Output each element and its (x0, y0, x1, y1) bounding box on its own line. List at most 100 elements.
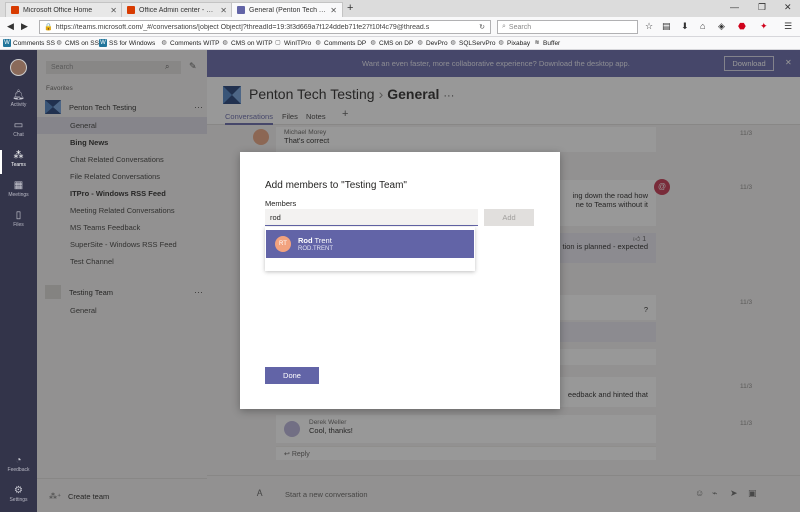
address-bar[interactable]: 🔒 https://teams.microsoft.com/_#/convers… (39, 20, 491, 34)
browser-tab-label: General (Penton Tech Test... (249, 6, 327, 14)
globe-icon: ◍ (222, 40, 228, 46)
add-button[interactable]: Add (484, 209, 534, 226)
reload-icon[interactable]: ↻ (479, 23, 485, 31)
adblock-icon[interactable]: ⬣ (738, 21, 746, 32)
close-icon[interactable]: ✕ (330, 6, 337, 15)
add-members-dialog: Add members to "Testing Team" Members Ad… (240, 152, 560, 409)
file-icon: ▯ (15, 210, 22, 221)
download-icon[interactable]: ⬇ (681, 21, 689, 32)
bookmark-comments-dp[interactable]: ◍ Comments DP (314, 39, 366, 47)
close-icon[interactable]: ✕ (110, 6, 117, 15)
forward-icon[interactable]: ▶ (21, 21, 28, 32)
bookmark-cms-on-dp[interactable]: ◍ CMS on DP (369, 39, 413, 47)
rail-feedback[interactable]: ◔ Feedback (0, 455, 37, 473)
minimize-icon[interactable]: — (730, 2, 739, 12)
suggestion-first-name: Rod (298, 236, 313, 245)
dialog-title: Add members to "Testing Team" (265, 180, 407, 191)
done-button[interactable]: Done (265, 367, 319, 384)
bookmark-label: CMS on WITP (231, 39, 273, 47)
rail-activity[interactable]: 🔔︎ Activity (0, 90, 37, 108)
rail-label: Meetings (8, 192, 29, 198)
bookmark-comments-ss[interactable]: W Comments SS (3, 39, 55, 47)
browser-nav-bar: ◀ ▶ 🔒 https://teams.microsoft.com/_#/con… (0, 17, 800, 37)
lock-icon: 🔒 (44, 24, 53, 31)
rail-label: Files (13, 222, 24, 228)
bookmark-star-icon[interactable]: ☆ (645, 21, 653, 32)
rail-label: Feedback (7, 467, 30, 473)
teams-icon: ⁂ (13, 150, 24, 161)
url-text: https://teams.microsoft.com/_#/conversat… (55, 23, 430, 31)
rail-settings[interactable]: ⚙ Settings (0, 485, 37, 503)
bookmark-label: WinITPro (284, 39, 312, 47)
suggestion-dropdown: RT Rod Trent ROD.TRENT (265, 227, 475, 271)
teams-icon (237, 6, 245, 14)
browser-tab-label: Office Admin center - Gro... (139, 6, 217, 14)
globe-icon: ◍ (56, 40, 62, 46)
bookmark-comments-witp[interactable]: ◍ Comments WITP (160, 39, 219, 47)
back-icon[interactable]: ◀ (7, 21, 14, 32)
bookmark-devpro[interactable]: ◍ DevPro (416, 39, 448, 47)
new-tab-button[interactable]: + (347, 2, 353, 14)
rail-files[interactable]: ▯ Files (0, 210, 37, 228)
rail-label: Chat (13, 132, 24, 138)
search-placeholder: Search (508, 23, 532, 31)
bookmark-label: DevPro (426, 39, 448, 47)
avatar: RT (275, 236, 291, 252)
browser-tab-office-home[interactable]: Microsoft Office Home ✕ (5, 2, 123, 17)
globe-icon: ◍ (161, 40, 167, 46)
app-rail: 🔔︎ Activity ▭ Chat ⁂ Teams ▦ Meetings ▯ Files… (0, 50, 37, 512)
bookmark-winitpro[interactable]: ▢ WinITPro (274, 39, 311, 47)
chat-icon: ▭ (13, 120, 24, 131)
bookmark-cms-on-ss[interactable]: ◍ CMS on SS (55, 39, 99, 47)
bookmarks-bar: W Comments SS ◍ CMS on SS W SS for Windows … (0, 37, 800, 50)
rail-meetings[interactable]: ▦ Meetings (0, 180, 37, 198)
lightbulb-icon: ◔ (15, 455, 22, 466)
menu-icon[interactable]: ☰ (784, 21, 792, 32)
restore-icon[interactable]: ❐ (758, 2, 766, 13)
browser-search-input[interactable]: ⌕ Search (497, 20, 638, 34)
calendar-icon: ▦ (13, 180, 24, 191)
wp-icon: W (99, 39, 107, 47)
gear-icon: ⚙ (14, 485, 23, 496)
office-icon (11, 6, 19, 14)
browser-tab-admin-center[interactable]: Office Admin center - Gro... ✕ (121, 2, 233, 17)
doc-icon: ▢ (275, 40, 281, 46)
bookmark-label: Comments DP (324, 39, 367, 47)
bookmark-label: Buffer (543, 39, 561, 47)
globe-icon: ◍ (315, 40, 321, 46)
close-icon[interactable]: ✕ (220, 6, 227, 15)
globe-icon: ◍ (450, 40, 456, 46)
suggestion-rod-trent[interactable]: RT Rod Trent ROD.TRENT (266, 230, 474, 258)
bell-icon: 🔔︎ (12, 90, 25, 101)
reader-icon[interactable]: ▤ (662, 21, 671, 32)
rail-chat[interactable]: ▭ Chat (0, 120, 37, 138)
rail-label: Activity (10, 102, 27, 108)
office-icon (127, 6, 135, 14)
browser-tab-teams-general[interactable]: General (Penton Tech Test... ✕ (231, 2, 343, 17)
suggestion-last-name: Trent (314, 236, 332, 245)
stack-icon: ≋ (534, 40, 540, 46)
members-input[interactable] (265, 209, 478, 226)
bookmark-sqlservpro[interactable]: ◍ SQLServPro (449, 39, 496, 47)
wp-icon: W (3, 39, 11, 47)
bookmark-ss-for-windows[interactable]: W SS for Windows (99, 39, 155, 47)
bookmark-label: Comments WITP (170, 39, 220, 47)
browser-tab-bar: Microsoft Office Home ✕ Office Admin cen… (0, 0, 800, 17)
bookmark-buffer[interactable]: ≋ Buffer (533, 39, 560, 47)
bookmark-label: CMS on DP (379, 39, 414, 47)
home-icon[interactable]: ⌂ (700, 21, 705, 31)
pocket-icon[interactable]: ◈ (718, 21, 725, 32)
bookmark-pixabay[interactable]: ◍ Pixabay (497, 39, 530, 47)
bookmark-label: SS for Windows (109, 39, 156, 47)
members-label: Members (265, 199, 297, 208)
rail-label: Teams (11, 162, 26, 168)
extension-icon[interactable]: ✦ (760, 21, 768, 32)
globe-icon: ◍ (498, 40, 504, 46)
rail-teams[interactable]: ⁂ Teams (0, 150, 37, 174)
search-icon: ⌕ (502, 23, 506, 30)
bookmark-cms-on-witp[interactable]: ◍ CMS on WITP (221, 39, 273, 47)
window-close-icon[interactable]: ✕ (784, 2, 792, 13)
bookmark-label: SQLServPro (459, 39, 496, 47)
bookmark-label: Comments SS (13, 39, 55, 47)
user-avatar[interactable] (10, 59, 27, 76)
